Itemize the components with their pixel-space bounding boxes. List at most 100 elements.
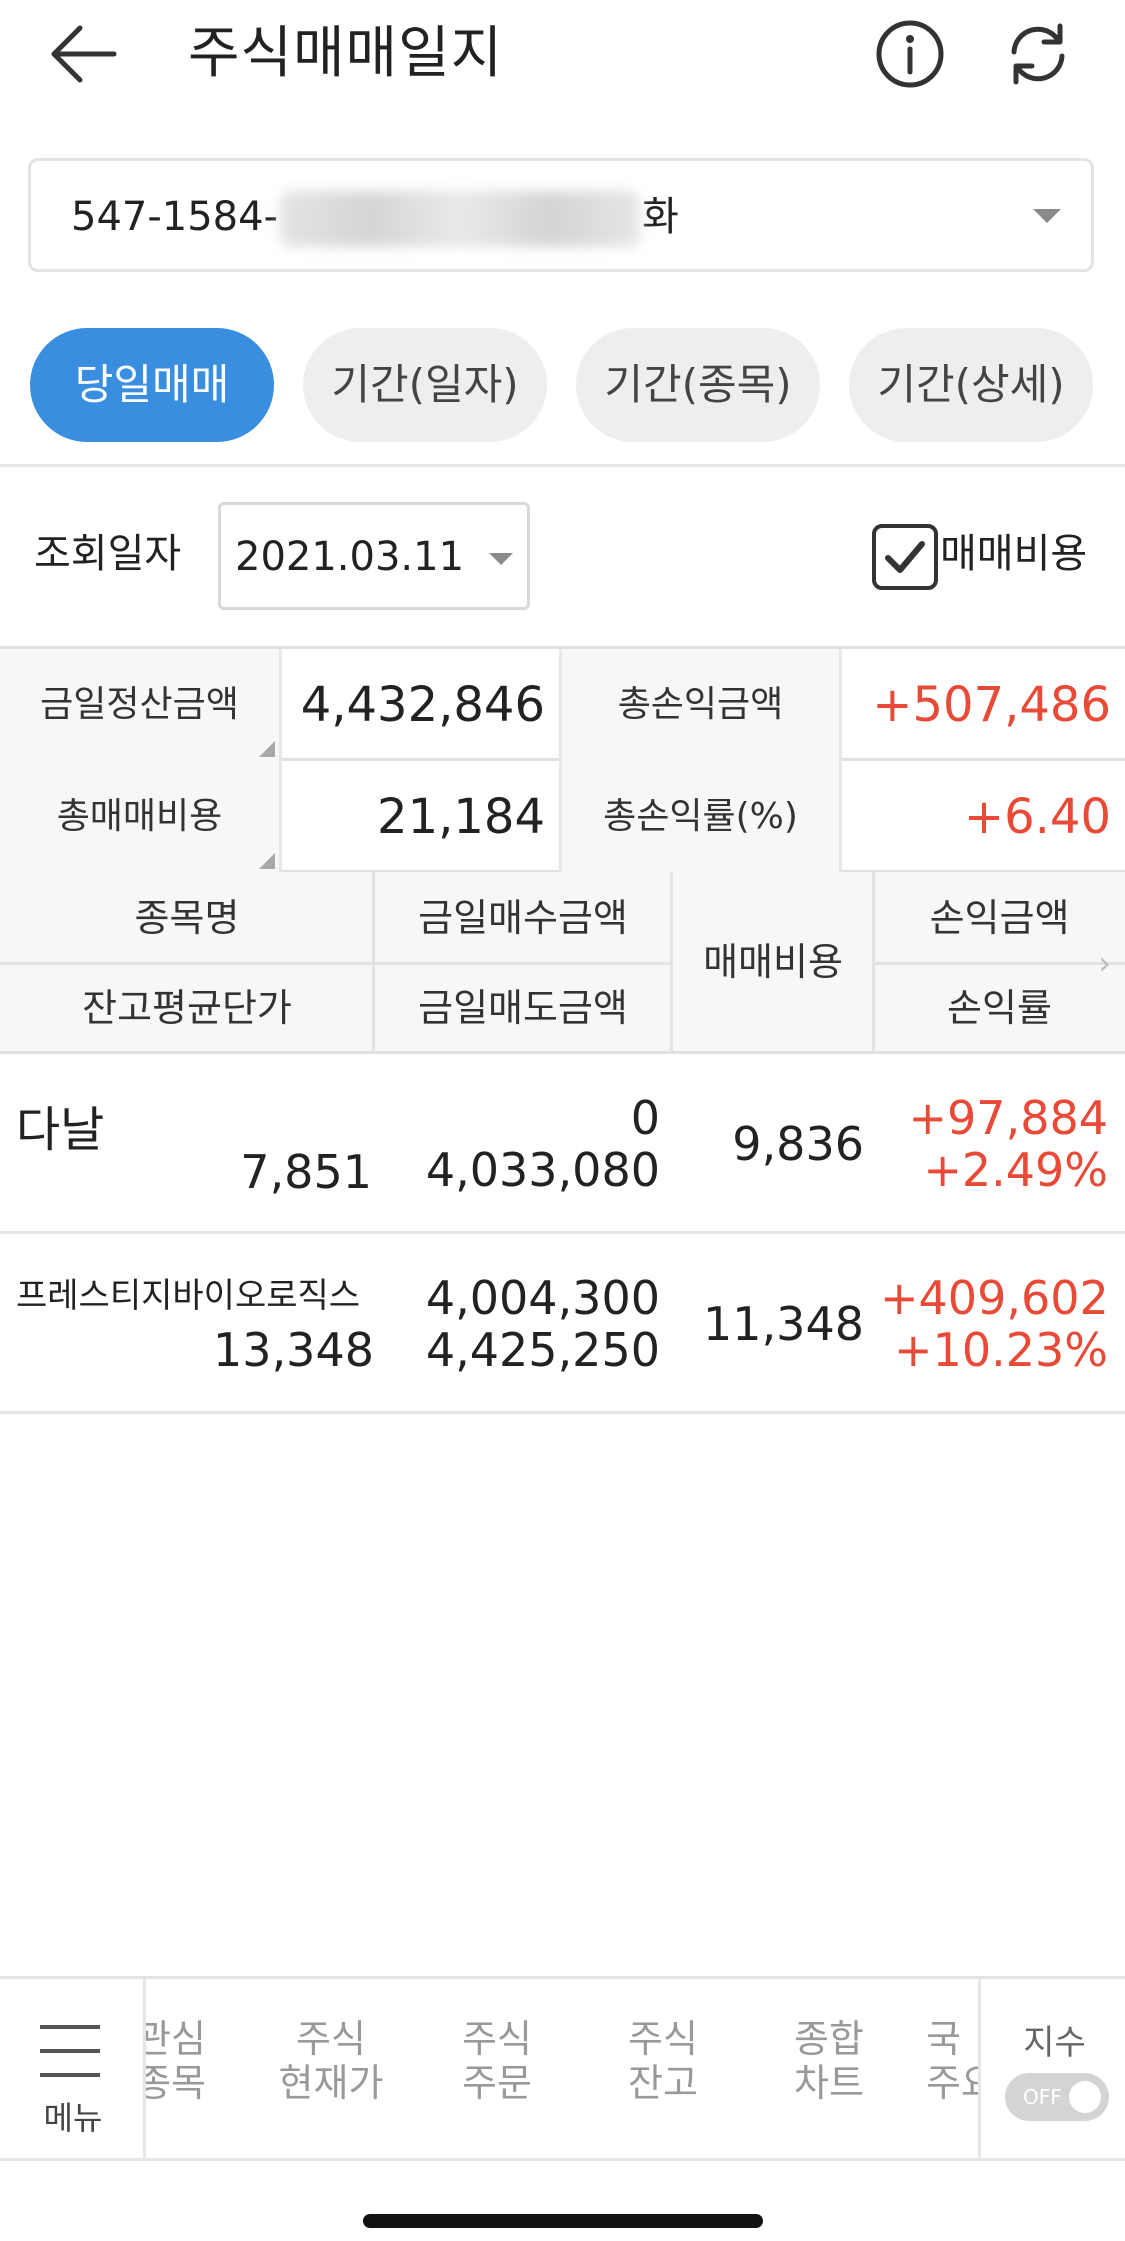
toggle-knob [1069, 2081, 1101, 2113]
nav-item-balance[interactable]: 주식 잔고 [588, 2017, 738, 2105]
nav-item-watchlist[interactable]: 관심 종목 [146, 2017, 206, 2105]
table-row[interactable]: 다날 7,851 0 4,033,080 9,836 +97,884 +2.49… [0, 1054, 1125, 1234]
nav-item-major[interactable]: 국 주요 [926, 2017, 978, 2105]
info-button[interactable] [870, 14, 950, 94]
pl-rate: +2.49% [923, 1143, 1108, 1197]
total-cost-label[interactable]: 총매매비용 [0, 761, 282, 873]
col-pl-rate: 손익률 [947, 986, 1052, 1030]
table-row[interactable]: 프레스티지바이오로직스 13,348 4,004,300 4,425,250 1… [0, 1234, 1125, 1414]
total-pl-value: +507,486 [872, 677, 1111, 733]
nav-item-line2: 주요 [926, 2061, 978, 2105]
trade-cost-checkbox-label: 매매비용 [940, 531, 1088, 577]
col-stock-name: 종목명 [134, 896, 240, 940]
total-pl-rate-label: 총손익률(%) [562, 761, 842, 873]
menu-button[interactable]: 메뉴 [0, 1979, 146, 2161]
account-suffix: 화 [642, 194, 679, 240]
nav-item-line1: 주식 [296, 2017, 366, 2061]
today-settle-label[interactable]: 금일정산금액 [0, 649, 282, 761]
query-date-select[interactable]: 2021.03.11 [218, 502, 530, 610]
col-avg-price: 잔고평균단가 [82, 986, 292, 1030]
nav-item-chart[interactable]: 종합 차트 [754, 2017, 904, 2105]
corner-indicator-icon [259, 741, 275, 757]
pl-rate: +10.23% [894, 1323, 1108, 1377]
nav-item-line1: 관심 [146, 2017, 206, 2061]
refresh-icon [1011, 23, 1065, 85]
total-cost-label-text: 총매매비용 [56, 796, 223, 837]
header-divider [872, 872, 875, 1054]
buy-amount: 4,004,300 [425, 1271, 660, 1325]
nav-item-line2: 주문 [462, 2061, 532, 2105]
account-number: 547-1584- 화 [71, 189, 679, 247]
tab-today-trade[interactable]: 당일매매 [30, 328, 274, 442]
col-buy-amount: 금일매수금액 [418, 896, 628, 940]
header-divider [874, 962, 1125, 965]
hamburger-icon [40, 2025, 100, 2029]
total-pl-label: 총손익금액 [562, 649, 842, 761]
summary-row: 총매매비용 21,184 총손익률(%) +6.40 [0, 761, 1125, 873]
col-sell-amount: 금일매도금액 [418, 986, 628, 1030]
col-pl-amount: 손익금액 [929, 896, 1070, 940]
nav-item-line1: 종합 [794, 2017, 864, 2061]
buy-amount: 0 [630, 1091, 660, 1145]
nav-item-line2: 차트 [794, 2061, 864, 2105]
nav-item-line2: 현재가 [278, 2061, 384, 2105]
query-date-value: 2021.03.11 [235, 534, 465, 580]
hamburger-icon [40, 2073, 100, 2077]
bottom-empty-area [0, 2158, 1125, 2241]
trade-cost: 11,348 [703, 1297, 864, 1351]
avg-price: 13,348 [213, 1323, 374, 1377]
sell-amount: 4,033,080 [425, 1143, 660, 1197]
back-button[interactable] [40, 14, 130, 94]
arrow-left-icon [51, 25, 117, 83]
checkmark-icon [885, 541, 925, 573]
trade-cost: 9,836 [732, 1117, 864, 1171]
page-title: 주식매매일지 [188, 21, 504, 86]
nav-item-current-price[interactable]: 주식 현재가 [256, 2017, 406, 2105]
index-toggle[interactable]: OFF [1005, 2073, 1109, 2121]
col-trade-cost: 매매비용 [703, 940, 843, 984]
bottom-nav: 메뉴 관심 종목 주식 현재가 주식 주문 주식 잔고 종합 차트 국 주요 지… [0, 1976, 1125, 2161]
today-settle-label-text: 금일정산금액 [40, 684, 239, 725]
corner-indicator-icon [259, 853, 275, 869]
total-cost-value: 21,184 [282, 761, 562, 873]
account-select[interactable]: 547-1584- 화 [28, 158, 1094, 272]
toggle-state-text: OFF [1023, 2085, 1062, 2109]
nav-item-line1: 주식 [462, 2017, 532, 2061]
section-divider [0, 464, 1125, 467]
pl-amount: +409,602 [880, 1271, 1109, 1325]
avg-price: 7,851 [240, 1145, 372, 1199]
tab-period-stock[interactable]: 기간(종목) [576, 328, 820, 442]
nav-item-order[interactable]: 주식 주문 [422, 2017, 572, 2105]
chevron-right-icon: › [1098, 944, 1111, 982]
summary-table: 금일정산금액 4,432,846 총손익금액 +507,486 총매매비용 21… [0, 646, 1125, 873]
account-prefix: 547-1584- [71, 194, 279, 240]
stock-table-header[interactable]: 종목명 잔고평균단가 금일매수금액 금일매도금액 매매비용 손익금액 손익률 › [0, 872, 1125, 1054]
stock-name: 프레스티지바이오로직스 [16, 1276, 361, 1316]
nav-item-line1: 주식 [628, 2017, 698, 2061]
home-indicator[interactable] [363, 2214, 763, 2228]
tab-period-detail[interactable]: 기간(상세) [849, 328, 1093, 442]
masked-account-segment [280, 191, 641, 247]
app-header: 주식매매일지 [0, 0, 1125, 110]
refresh-button[interactable] [998, 14, 1078, 94]
index-label: 지수 [1023, 2023, 1086, 2063]
pl-amount: +97,884 [908, 1091, 1109, 1145]
today-settle-value: 4,432,846 [282, 649, 562, 761]
dropdown-caret-icon [1033, 209, 1061, 223]
header-divider [670, 872, 673, 1054]
trade-cost-checkbox[interactable] [872, 524, 938, 590]
sell-amount: 4,425,250 [425, 1323, 660, 1377]
stock-name: 다날 [16, 1102, 105, 1158]
info-icon [876, 20, 944, 88]
hamburger-icon [40, 2049, 100, 2053]
summary-row: 금일정산금액 4,432,846 총손익금액 +507,486 [0, 649, 1125, 761]
header-divider [0, 962, 672, 965]
dropdown-caret-icon [489, 553, 513, 565]
query-date-label: 조회일자 [34, 531, 182, 577]
nav-item-line2: 잔고 [628, 2061, 698, 2105]
total-pl-rate-value: +6.40 [963, 789, 1111, 845]
nav-item-line1: 국 [926, 2017, 961, 2061]
nav-item-line2: 종목 [146, 2061, 206, 2105]
tab-period-date[interactable]: 기간(일자) [303, 328, 547, 442]
header-divider [372, 872, 375, 1054]
